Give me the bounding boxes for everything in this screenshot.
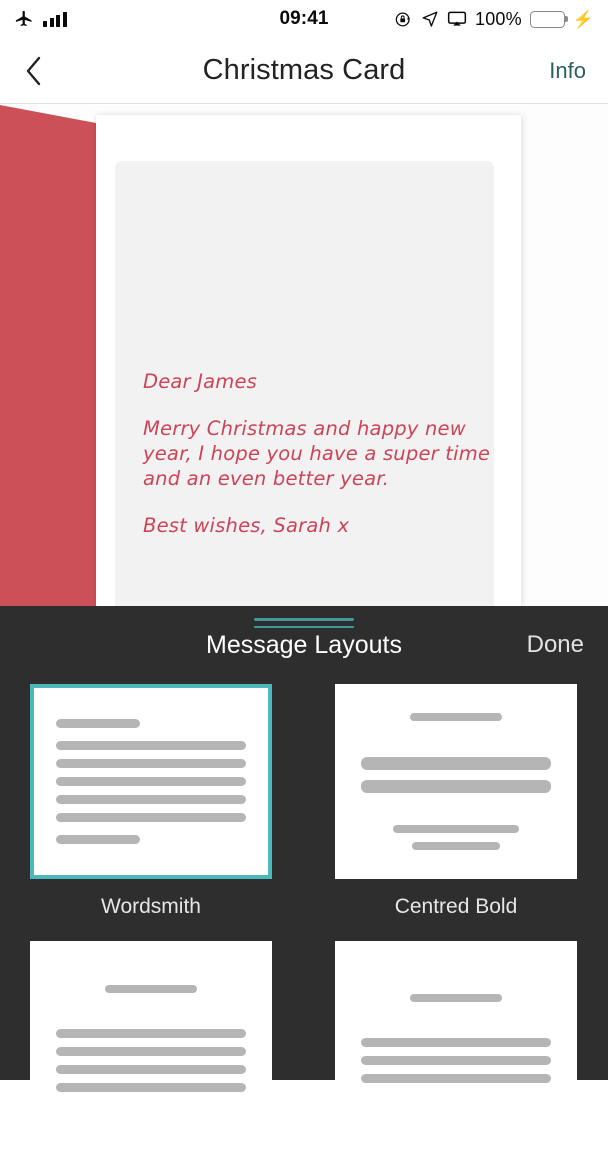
- layout-thumbnail-selected[interactable]: [30, 684, 272, 879]
- layout-label: Centred Bold: [394, 895, 518, 918]
- info-button[interactable]: Info: [549, 58, 586, 84]
- rotation-lock-icon: [394, 10, 413, 29]
- message-line-signoff: Best wishes, Sarah x: [143, 514, 350, 537]
- layout-preview-line: [56, 1029, 246, 1038]
- message-layouts-sheet: Message Layouts Done Wordsmith Centred Bo…: [0, 606, 608, 1136]
- layout-preview-line: [393, 825, 519, 833]
- envelope-graphic: [0, 105, 96, 606]
- page-title: Christmas Card: [202, 54, 406, 86]
- card-message-area[interactable]: Dear James Merry Christmas and happy new…: [115, 161, 494, 606]
- card-preview-stage[interactable]: Dear James Merry Christmas and happy new…: [0, 105, 608, 606]
- layout-cell: [335, 941, 577, 1174]
- done-button[interactable]: Done: [527, 631, 584, 659]
- layout-preview-line: [56, 795, 246, 804]
- layout-preview-lines: [34, 945, 268, 1132]
- layout-preview-line: [56, 1047, 246, 1056]
- airplane-mode-icon: [14, 9, 34, 29]
- layout-thumbnail[interactable]: [335, 684, 577, 879]
- layout-preview-line: [105, 985, 197, 993]
- sheet-header: Message Layouts Done: [0, 606, 608, 672]
- layout-preview-line: [361, 780, 551, 793]
- layout-preview-line: [56, 1065, 246, 1074]
- battery-percent-label: 100%: [474, 8, 522, 29]
- status-bar: 09:41 100% ⚡: [0, 0, 608, 38]
- lightning-bolt-icon: ⚡: [572, 9, 594, 29]
- layout-preview-line: [56, 813, 246, 822]
- layout-preview-line: [361, 1056, 551, 1065]
- nav-bar: Christmas Card Info: [0, 38, 608, 104]
- layout-preview-line: [361, 757, 551, 770]
- layout-preview-lines: [339, 688, 573, 875]
- status-bar-time: 09:41: [279, 8, 329, 29]
- layout-preview-line: [412, 842, 500, 850]
- back-button[interactable]: [22, 51, 62, 91]
- sheet-title: Message Layouts: [206, 630, 402, 659]
- layout-preview-line: [56, 1083, 246, 1092]
- layout-preview-line: [361, 1074, 551, 1083]
- layout-preview-line: [410, 713, 502, 721]
- layout-grid: Wordsmith Centred Bold: [0, 684, 608, 1174]
- cellular-signal-icon: [43, 11, 67, 27]
- card-message-text: Dear James Merry Christmas and happy new…: [143, 369, 503, 538]
- layout-cell: [30, 941, 272, 1174]
- layout-preview-line: [361, 1038, 551, 1047]
- layout-thumbnail[interactable]: [335, 941, 577, 1136]
- layout-preview-line: [56, 741, 246, 750]
- layout-preview-line: [56, 719, 140, 728]
- layout-label: Wordsmith: [101, 895, 201, 918]
- status-bar-left: [14, 9, 67, 29]
- layout-preview-lines: [34, 688, 268, 875]
- chevron-left-icon: [22, 54, 46, 88]
- layout-preview-lines: [339, 945, 573, 1132]
- message-line-greeting: Dear James: [143, 370, 258, 393]
- card-page[interactable]: Dear James Merry Christmas and happy new…: [96, 115, 521, 606]
- layout-preview-line: [56, 777, 246, 786]
- layout-cell: Wordsmith: [30, 684, 272, 941]
- location-arrow-icon: [421, 10, 439, 28]
- message-line-body: Merry Christmas and happy new year, I ho…: [143, 417, 491, 490]
- layout-thumbnail[interactable]: [30, 941, 272, 1136]
- status-bar-right: 100% ⚡: [394, 9, 594, 30]
- screen-mirroring-icon: [447, 9, 467, 29]
- layout-label: [335, 1136, 577, 1174]
- battery-full-icon: [529, 10, 565, 28]
- layout-preview-line: [56, 835, 140, 844]
- layout-label: [30, 1136, 272, 1174]
- layout-preview-line: [56, 759, 246, 768]
- layout-cell: Centred Bold: [335, 684, 577, 941]
- layout-preview-line: [410, 994, 502, 1002]
